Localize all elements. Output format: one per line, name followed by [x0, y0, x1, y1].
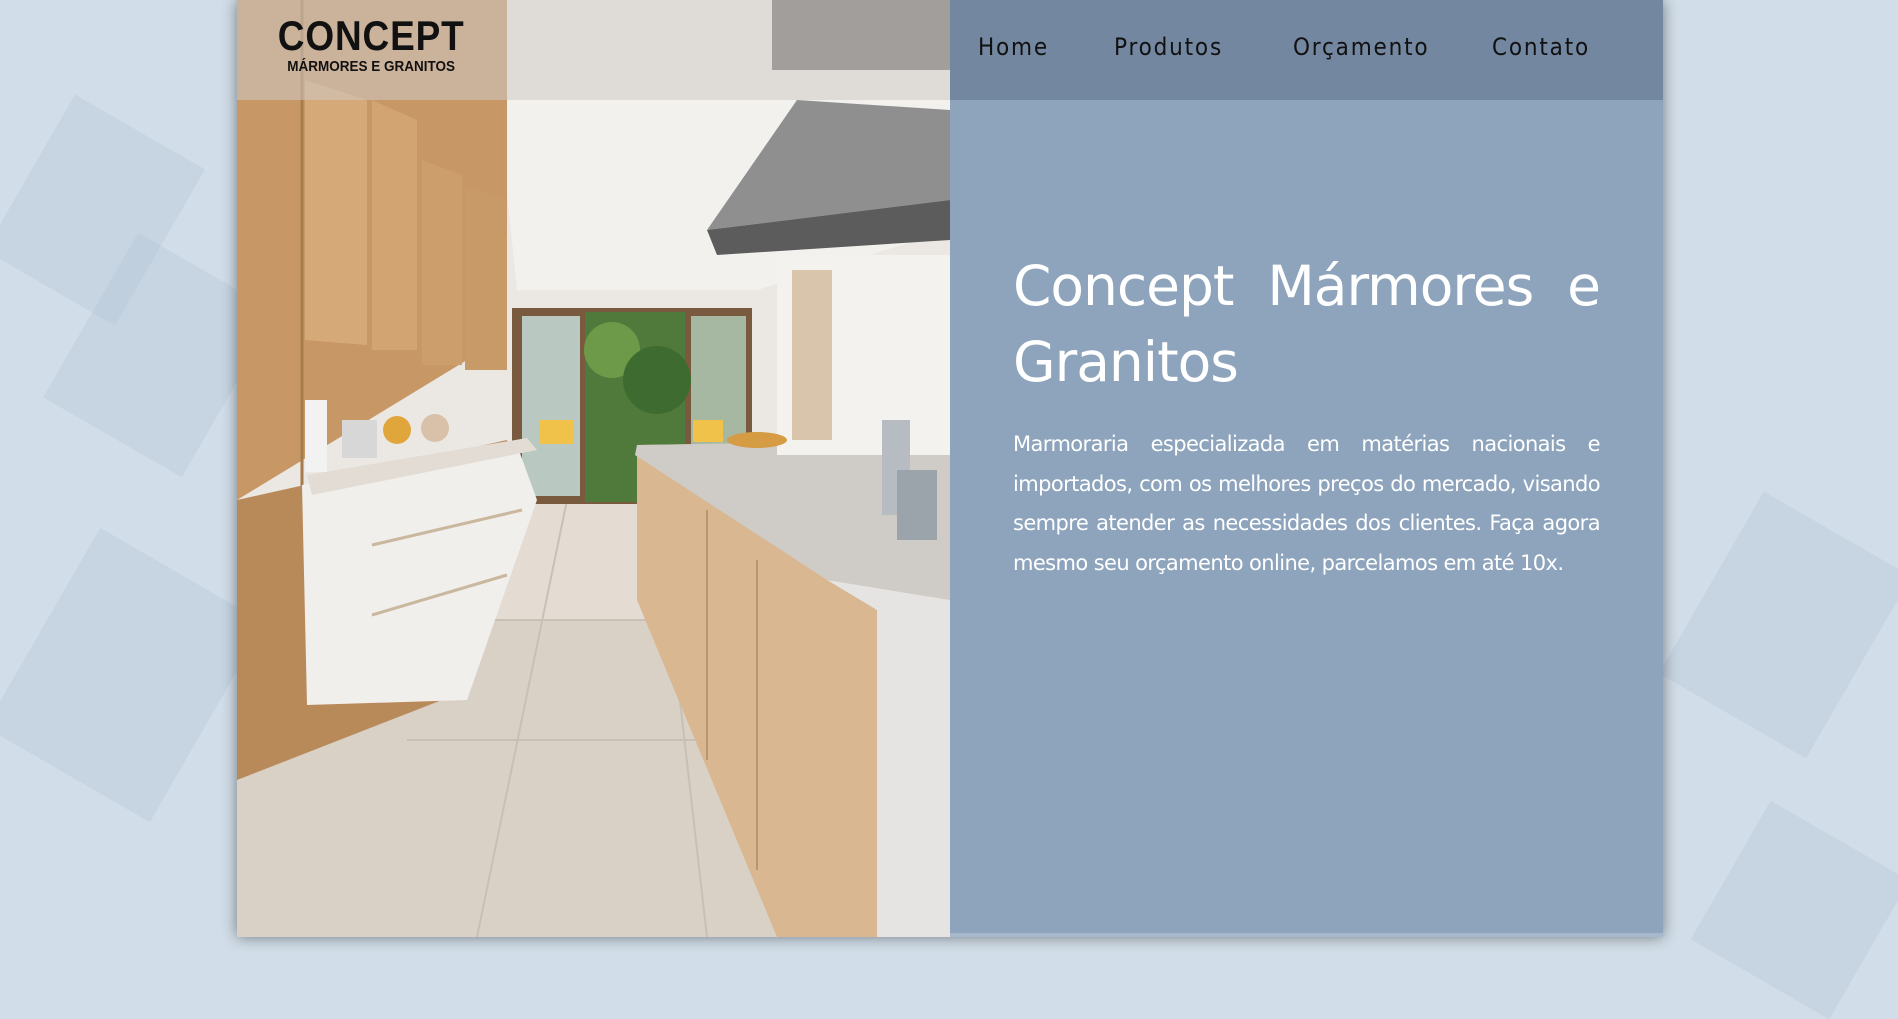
nav-item-home[interactable]: Home: [978, 33, 1049, 61]
logo-name: CONCEPT: [277, 12, 465, 59]
logo-tagline: MÁRMORES E GRANITOS: [287, 58, 456, 75]
hero-description: Marmoraria especializada em matérias nac…: [1013, 432, 1601, 575]
hero-photo: CONCEPT MÁRMORES E GRANITOS: [237, 0, 950, 937]
page-container: CONCEPT MÁRMORES E GRANITOS Home Produto…: [237, 0, 1663, 937]
nav-item-contato[interactable]: Contato: [1492, 33, 1590, 61]
hero-title: Concept Mármores e Granitos: [1013, 254, 1601, 394]
background-shape: [0, 527, 265, 823]
background-shape: [1658, 491, 1898, 759]
hero-content-panel: Home Produtos Orçamento Contato Concept …: [950, 0, 1663, 937]
kitchen-image: [237, 0, 950, 937]
main-nav: Home Produtos Orçamento Contato: [950, 0, 1663, 100]
background-shape: [1690, 800, 1898, 1019]
brand-logo[interactable]: CONCEPT MÁRMORES E GRANITOS: [265, 14, 477, 76]
nav-item-orcamento[interactable]: Orçamento: [1293, 33, 1429, 61]
bottom-divider: [950, 933, 1663, 937]
nav-item-produtos[interactable]: Produtos: [1114, 33, 1223, 61]
